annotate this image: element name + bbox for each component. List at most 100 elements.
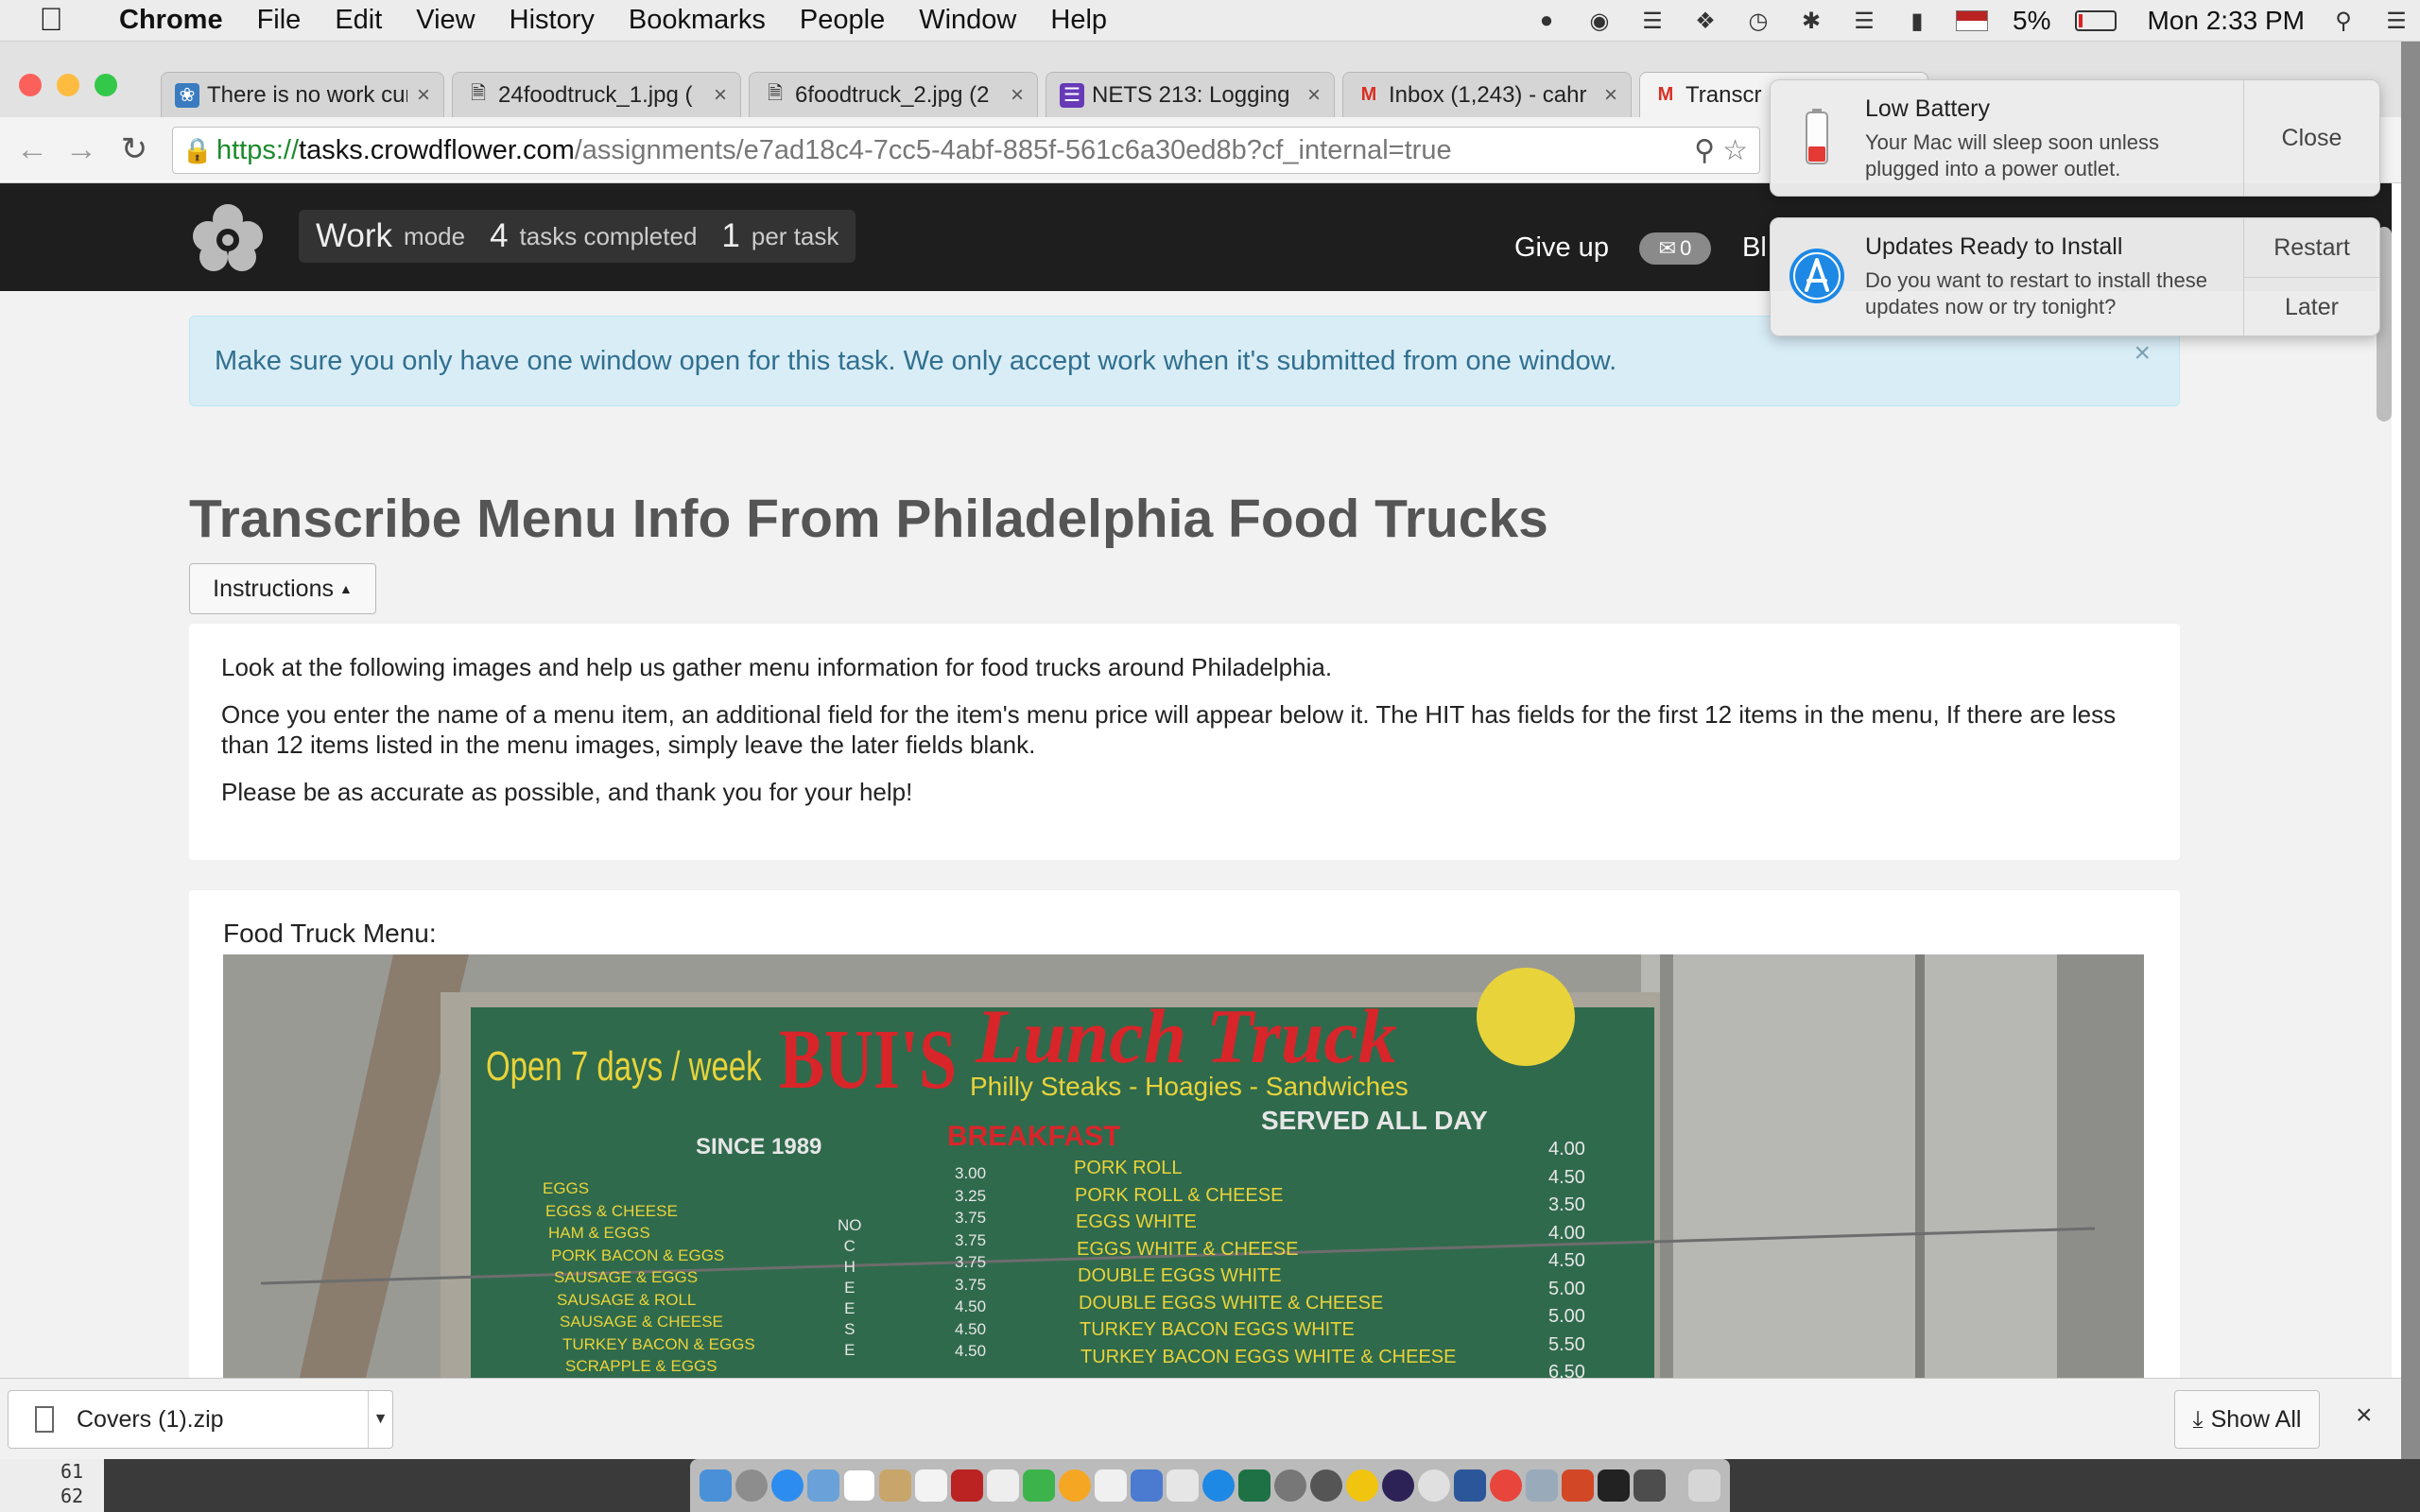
download-item[interactable]: Covers (1).zip ▼ — [8, 1390, 393, 1449]
volume-icon[interactable]: ▮ — [1903, 7, 1931, 35]
downloads-close-icon[interactable]: × — [2356, 1400, 2373, 1432]
tab-nets213[interactable]: ☰ NETS 213: Logging × — [1046, 72, 1335, 117]
clock[interactable]: Mon 2:33 PM — [2147, 6, 2305, 36]
lastpass-icon[interactable]: ◉ — [1585, 7, 1614, 35]
gmail-icon: M — [1360, 84, 1377, 105]
sign-left-items: EGGS EGGS & CHEESE HAM & EGGS PORK BACON & … — [543, 1177, 755, 1378]
app-store-dock-icon[interactable] — [1202, 1469, 1235, 1502]
pinwheel-icon[interactable] — [1059, 1469, 1091, 1502]
tab-24foodtruck[interactable]: 🗎 24foodtruck_1.jpg ( × — [452, 72, 741, 117]
tasks-completed-label: tasks completed — [519, 221, 698, 250]
sublime-icon[interactable] — [1634, 1469, 1666, 1502]
tab-gmail-inbox[interactable]: M Inbox (1,243) - cahr × — [1342, 72, 1632, 117]
menu-window[interactable]: Window — [902, 5, 1033, 36]
sign-menu-item: EGGS — [543, 1179, 590, 1197]
input-source-flag-icon[interactable] — [1956, 10, 1988, 31]
photo-booth-icon[interactable] — [951, 1469, 983, 1502]
screen-sharing-icon[interactable] — [1526, 1469, 1558, 1502]
tab-crowdflower[interactable]: ❀ There is no work cur × — [161, 72, 444, 117]
sign-served-all-day: SERVED ALL DAY — [1261, 1106, 1488, 1135]
web-page: Work mode 4 tasks completed 1 per task G… — [0, 183, 2392, 1378]
launchpad-icon[interactable] — [735, 1469, 768, 1502]
sign-menu-item: TURKEY BACON EGGS WHITE — [1080, 1319, 1355, 1340]
photos-icon[interactable] — [987, 1469, 1019, 1502]
preview-icon[interactable] — [807, 1469, 839, 1502]
dropbox-icon[interactable]: ❖ — [1691, 7, 1720, 35]
tab-close-icon[interactable]: × — [417, 82, 430, 109]
spotlight-search-icon[interactable]: ⚲ — [2329, 7, 2358, 35]
crowdflower-logo-icon[interactable] — [189, 198, 267, 274]
menu-bookmarks[interactable]: Bookmarks — [612, 5, 783, 36]
itunes-icon[interactable] — [1418, 1469, 1450, 1502]
forward-button[interactable]: → — [62, 130, 100, 168]
menu-help[interactable]: Help — [1033, 5, 1124, 36]
wifi-icon[interactable]: ☰ — [1850, 7, 1878, 35]
background-window-edge — [2401, 42, 2420, 1459]
window-zoom-button[interactable] — [95, 74, 117, 96]
tab-close-icon[interactable]: × — [714, 82, 727, 109]
file-icon — [35, 1406, 54, 1433]
instructions-panel: Look at the following images and help us… — [189, 624, 2180, 860]
layers-icon[interactable]: ☰ — [1638, 7, 1667, 35]
sign-menu-item: DOUBLE EGGS WHITE & CHEESE — [1079, 1292, 1384, 1314]
messages-badge[interactable]: ✉ 0 — [1639, 232, 1711, 265]
notification-center-icon[interactable]: ☰ — [2382, 7, 2411, 35]
keybase-icon[interactable]: ● — [1532, 7, 1561, 35]
sign-menu-item: DOUBLE EGGS WHITE — [1078, 1265, 1282, 1286]
sign-price: 4.50 — [955, 1342, 987, 1360]
menu-view[interactable]: View — [399, 5, 492, 36]
tab-title: 6foodtruck_2.jpg (2 — [795, 81, 990, 108]
window-close-button[interactable] — [19, 74, 42, 96]
numbers-icon[interactable] — [1167, 1469, 1199, 1502]
bookmark-star-icon[interactable]: ☆ — [1722, 134, 1748, 167]
tab-title: Inbox (1,243) - cahr — [1389, 81, 1587, 108]
menu-history[interactable]: History — [493, 5, 612, 36]
notification-later-button[interactable]: Later — [2244, 278, 2379, 336]
menu-people[interactable]: People — [783, 5, 902, 36]
sign-price: 6.50 — [1548, 1362, 1585, 1378]
norton-icon[interactable] — [1346, 1469, 1378, 1502]
tab-close-icon[interactable]: × — [1307, 82, 1321, 109]
safari-icon[interactable] — [771, 1469, 804, 1502]
alert-close-icon[interactable]: × — [2134, 337, 2151, 369]
powerpoint-icon[interactable] — [1562, 1469, 1594, 1502]
window-minimize-button[interactable] — [57, 74, 79, 96]
chrome-dock-icon[interactable] — [1490, 1469, 1522, 1502]
nav-link-truncated[interactable]: Bl — [1742, 232, 1767, 264]
battery-icon[interactable] — [2075, 10, 2118, 31]
word-icon[interactable] — [1454, 1469, 1486, 1502]
give-up-link[interactable]: Give up — [1514, 232, 1609, 264]
address-bar[interactable]: 🔒 https://tasks.crowdflower.com/assignme… — [172, 127, 1760, 174]
tab-close-icon[interactable]: × — [1011, 82, 1024, 109]
back-button[interactable]: ← — [13, 130, 51, 168]
messages-icon[interactable] — [1023, 1469, 1055, 1502]
reload-button[interactable]: ↻ — [115, 130, 153, 168]
notification-close-button[interactable]: Close — [2244, 80, 2379, 196]
excel-icon[interactable] — [1238, 1469, 1270, 1502]
bluetooth-icon[interactable]: ✱ — [1797, 7, 1825, 35]
battery-percent[interactable]: 5% — [2013, 6, 2050, 36]
time-machine-icon[interactable]: ◷ — [1744, 7, 1772, 35]
zoom-search-icon[interactable]: ⚲ — [1694, 134, 1715, 167]
trash-icon[interactable] — [1688, 1469, 1720, 1502]
notes-icon[interactable] — [879, 1469, 911, 1502]
apple-menu-icon[interactable]:  — [0, 2, 102, 39]
tab-close-icon[interactable]: × — [1604, 82, 1617, 109]
instructions-toggle-button[interactable]: Instructions ▲ — [189, 563, 376, 614]
eclipse-icon[interactable] — [1382, 1469, 1414, 1502]
menu-app-chrome[interactable]: Chrome — [102, 5, 240, 36]
terminal-icon[interactable] — [1598, 1469, 1630, 1502]
github-icon[interactable] — [1310, 1469, 1342, 1502]
notification-restart-button[interactable]: Restart — [2244, 218, 2379, 278]
finder-icon[interactable] — [700, 1469, 732, 1502]
show-all-downloads-button[interactable]: ⤓ Show All — [2174, 1390, 2320, 1449]
pages-icon[interactable] — [1095, 1469, 1127, 1502]
stickies-icon[interactable] — [915, 1469, 947, 1502]
chevron-down-icon[interactable]: ▼ — [368, 1391, 392, 1448]
system-preferences-icon[interactable] — [1274, 1469, 1306, 1502]
menu-edit[interactable]: Edit — [318, 5, 399, 36]
keynote-icon[interactable] — [1131, 1469, 1163, 1502]
menu-file[interactable]: File — [240, 5, 319, 36]
calendar-icon[interactable] — [843, 1469, 875, 1502]
tab-6foodtruck[interactable]: 🗎 6foodtruck_2.jpg (2 × — [749, 72, 1038, 117]
